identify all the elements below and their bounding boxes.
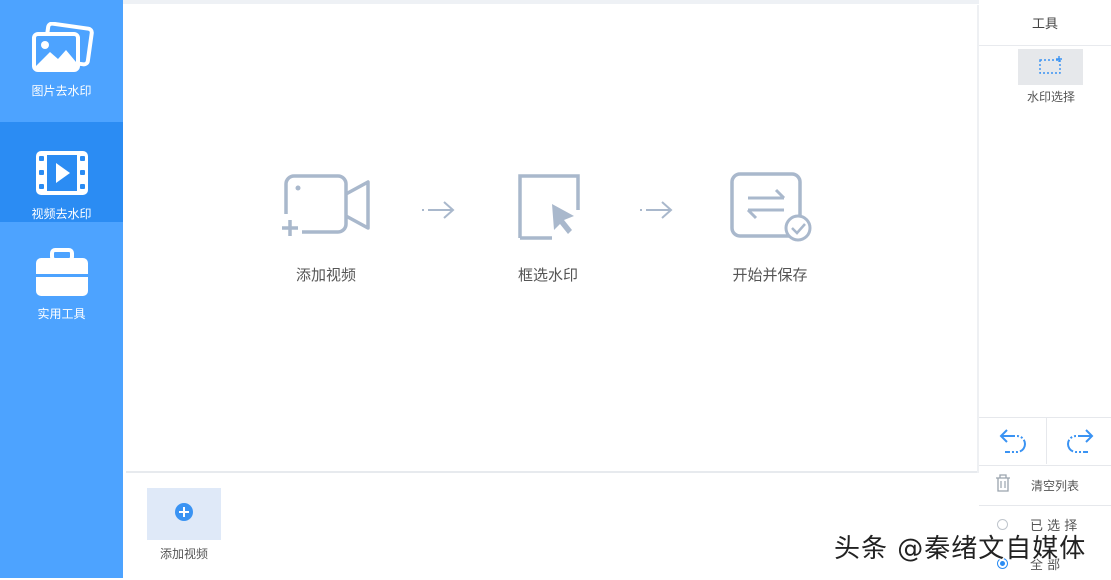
arrow-right-icon [420, 199, 456, 225]
step-start-save: 开始并保存 [714, 170, 826, 285]
add-video-label: 添加视频 [159, 547, 208, 561]
undo-button[interactable] [980, 420, 1046, 464]
divider [979, 505, 1111, 506]
divider [979, 417, 1111, 418]
selection-box-icon [1038, 55, 1064, 79]
step-label: 开始并保存 [732, 266, 808, 284]
watermark-select-label: 水印选择 [1026, 90, 1075, 104]
step-label: 添加视频 [295, 266, 356, 284]
arrow-right-icon [638, 199, 674, 225]
select-area-icon [512, 170, 584, 246]
panel-title: 工具 [979, 0, 1111, 46]
watermark-select-button[interactable] [1018, 49, 1083, 85]
step-select-watermark: 框选水印 [492, 170, 604, 285]
sidebar-item-label: 视频去水印 [31, 207, 92, 221]
plus-circle-icon [174, 502, 194, 526]
sidebar-item-tools[interactable]: 实用工具 [0, 222, 123, 322]
video-icon [30, 146, 94, 199]
undo-icon [997, 426, 1029, 458]
clear-list-button[interactable]: 清空列表 [979, 466, 1111, 504]
step-add-video: 添加视频 [270, 170, 382, 285]
step-label: 框选水印 [517, 266, 578, 284]
clear-list-label: 清空列表 [1031, 478, 1080, 493]
sidebar-item-label: 图片去水印 [31, 84, 92, 98]
redo-icon [1064, 426, 1096, 458]
trash-icon [995, 474, 1011, 496]
top-border [123, 0, 1111, 4]
save-icon [728, 170, 812, 246]
sidebar: 图片去水印 视频去水印 实用工具 [0, 0, 123, 578]
toolbox-icon [30, 246, 94, 299]
sidebar-item-video-watermark[interactable]: 视频去水印 [0, 122, 123, 222]
sidebar-item-image-watermark[interactable]: 图片去水印 [0, 22, 123, 122]
add-video-button[interactable] [147, 488, 221, 540]
add-video-icon [278, 170, 374, 246]
sidebar-item-label: 实用工具 [37, 307, 86, 321]
image-icon [30, 22, 94, 76]
redo-button[interactable] [1047, 420, 1111, 464]
overlay-watermark-text: 头条 @秦绪文自媒体 [834, 534, 1087, 564]
